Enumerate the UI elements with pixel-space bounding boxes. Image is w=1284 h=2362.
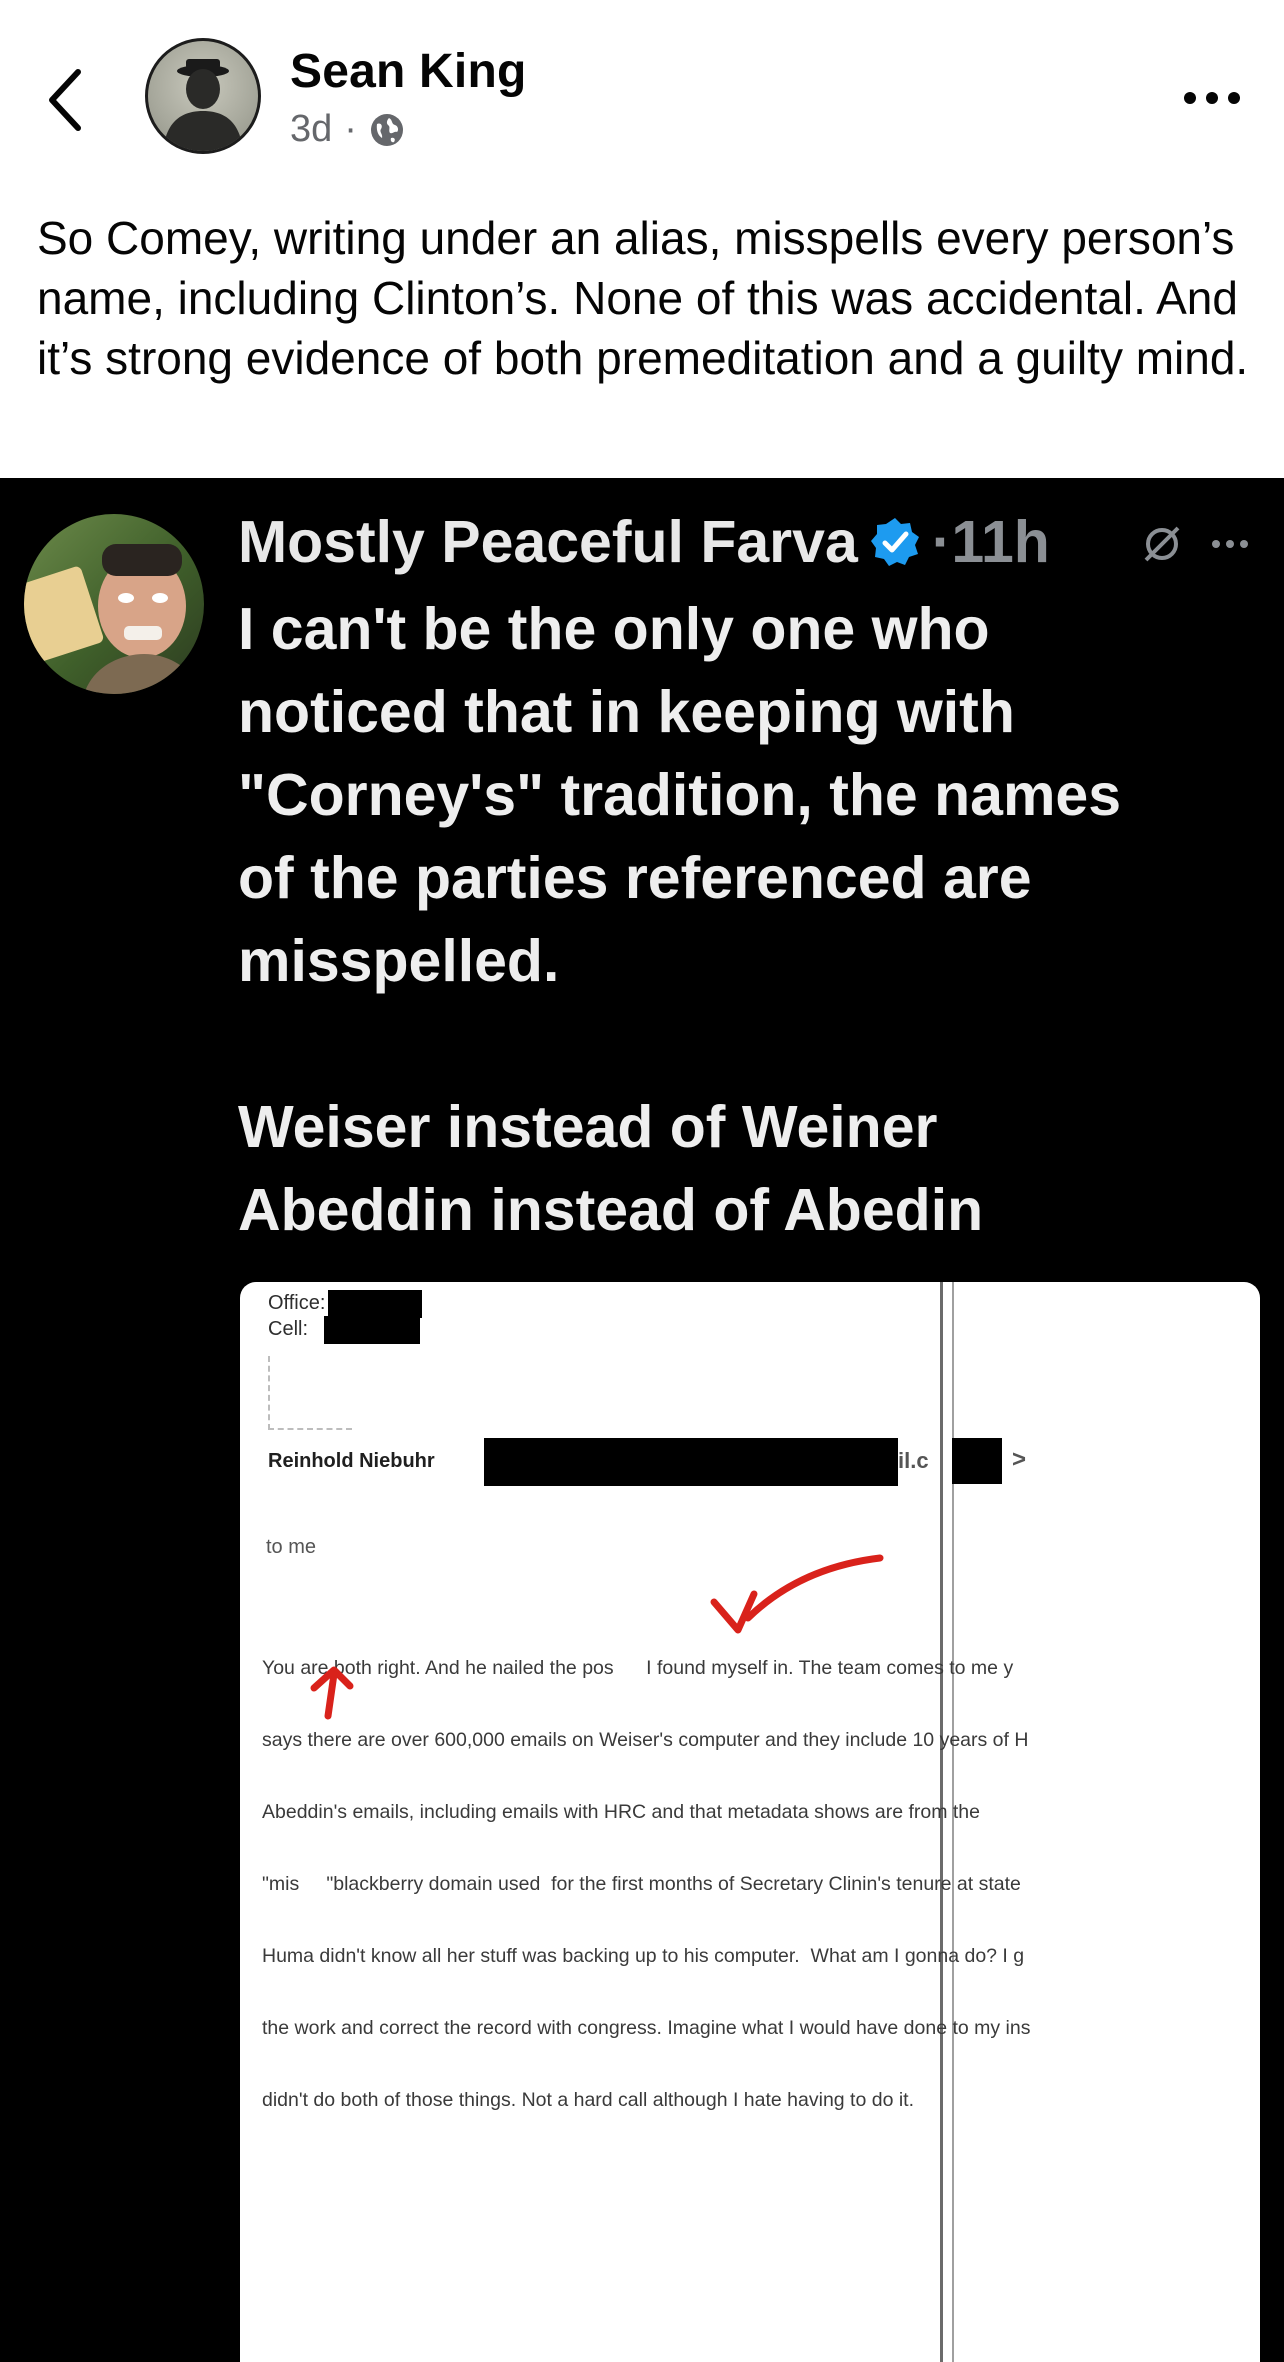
letter-line: didn't do both of those things. Not a ha… [262,2089,915,2111]
tweet-time: ·11h [931,509,1050,575]
letter-line: "mis "blackberry domain used for the fir… [262,1873,1021,1895]
letter-line: Huma didn't know all her stuff was backi… [262,1945,1025,1967]
tweet-header: Mostly Peaceful Farva ·11h [238,508,1050,576]
post-meta: 3d · [290,108,405,151]
verified-badge-icon [870,518,919,566]
grok-icon [1144,526,1180,562]
post-time[interactable]: 3d [290,108,332,151]
chevron-left-icon [49,69,81,131]
tweet-text: I can't be the only one who noticed that… [238,596,1122,1243]
avatar[interactable] [145,38,261,154]
tweet-attached-document: Office: Cell: Reinhold Niebuhr il.c > to… [240,1282,1260,2362]
more-dots-icon [1184,92,1240,104]
author-name[interactable]: Sean King [290,44,527,99]
tweet-more-icon [1212,540,1248,548]
post-header: Sean King 3d · [0,0,1284,170]
back-button[interactable] [40,60,100,140]
red-annotation-arrows [310,1554,884,1720]
tweet-avatar-image [24,544,202,694]
letter-line: the work and correct the record with con… [262,2017,1031,2039]
globe-icon [370,113,403,146]
avatar-silhouette [163,59,243,151]
more-options-button[interactable] [1180,78,1244,118]
meta-separator: · [344,108,357,150]
post-image[interactable]: Mostly Peaceful Farva ·11h I can't be th… [0,478,1284,2362]
post-caption: So Comey, writing under an alias, misspe… [37,212,1249,384]
tweet-avatar [24,514,204,694]
tweet-header-icons [1140,522,1250,566]
tweet-author-name[interactable]: Mostly Peaceful Farva [238,508,858,576]
